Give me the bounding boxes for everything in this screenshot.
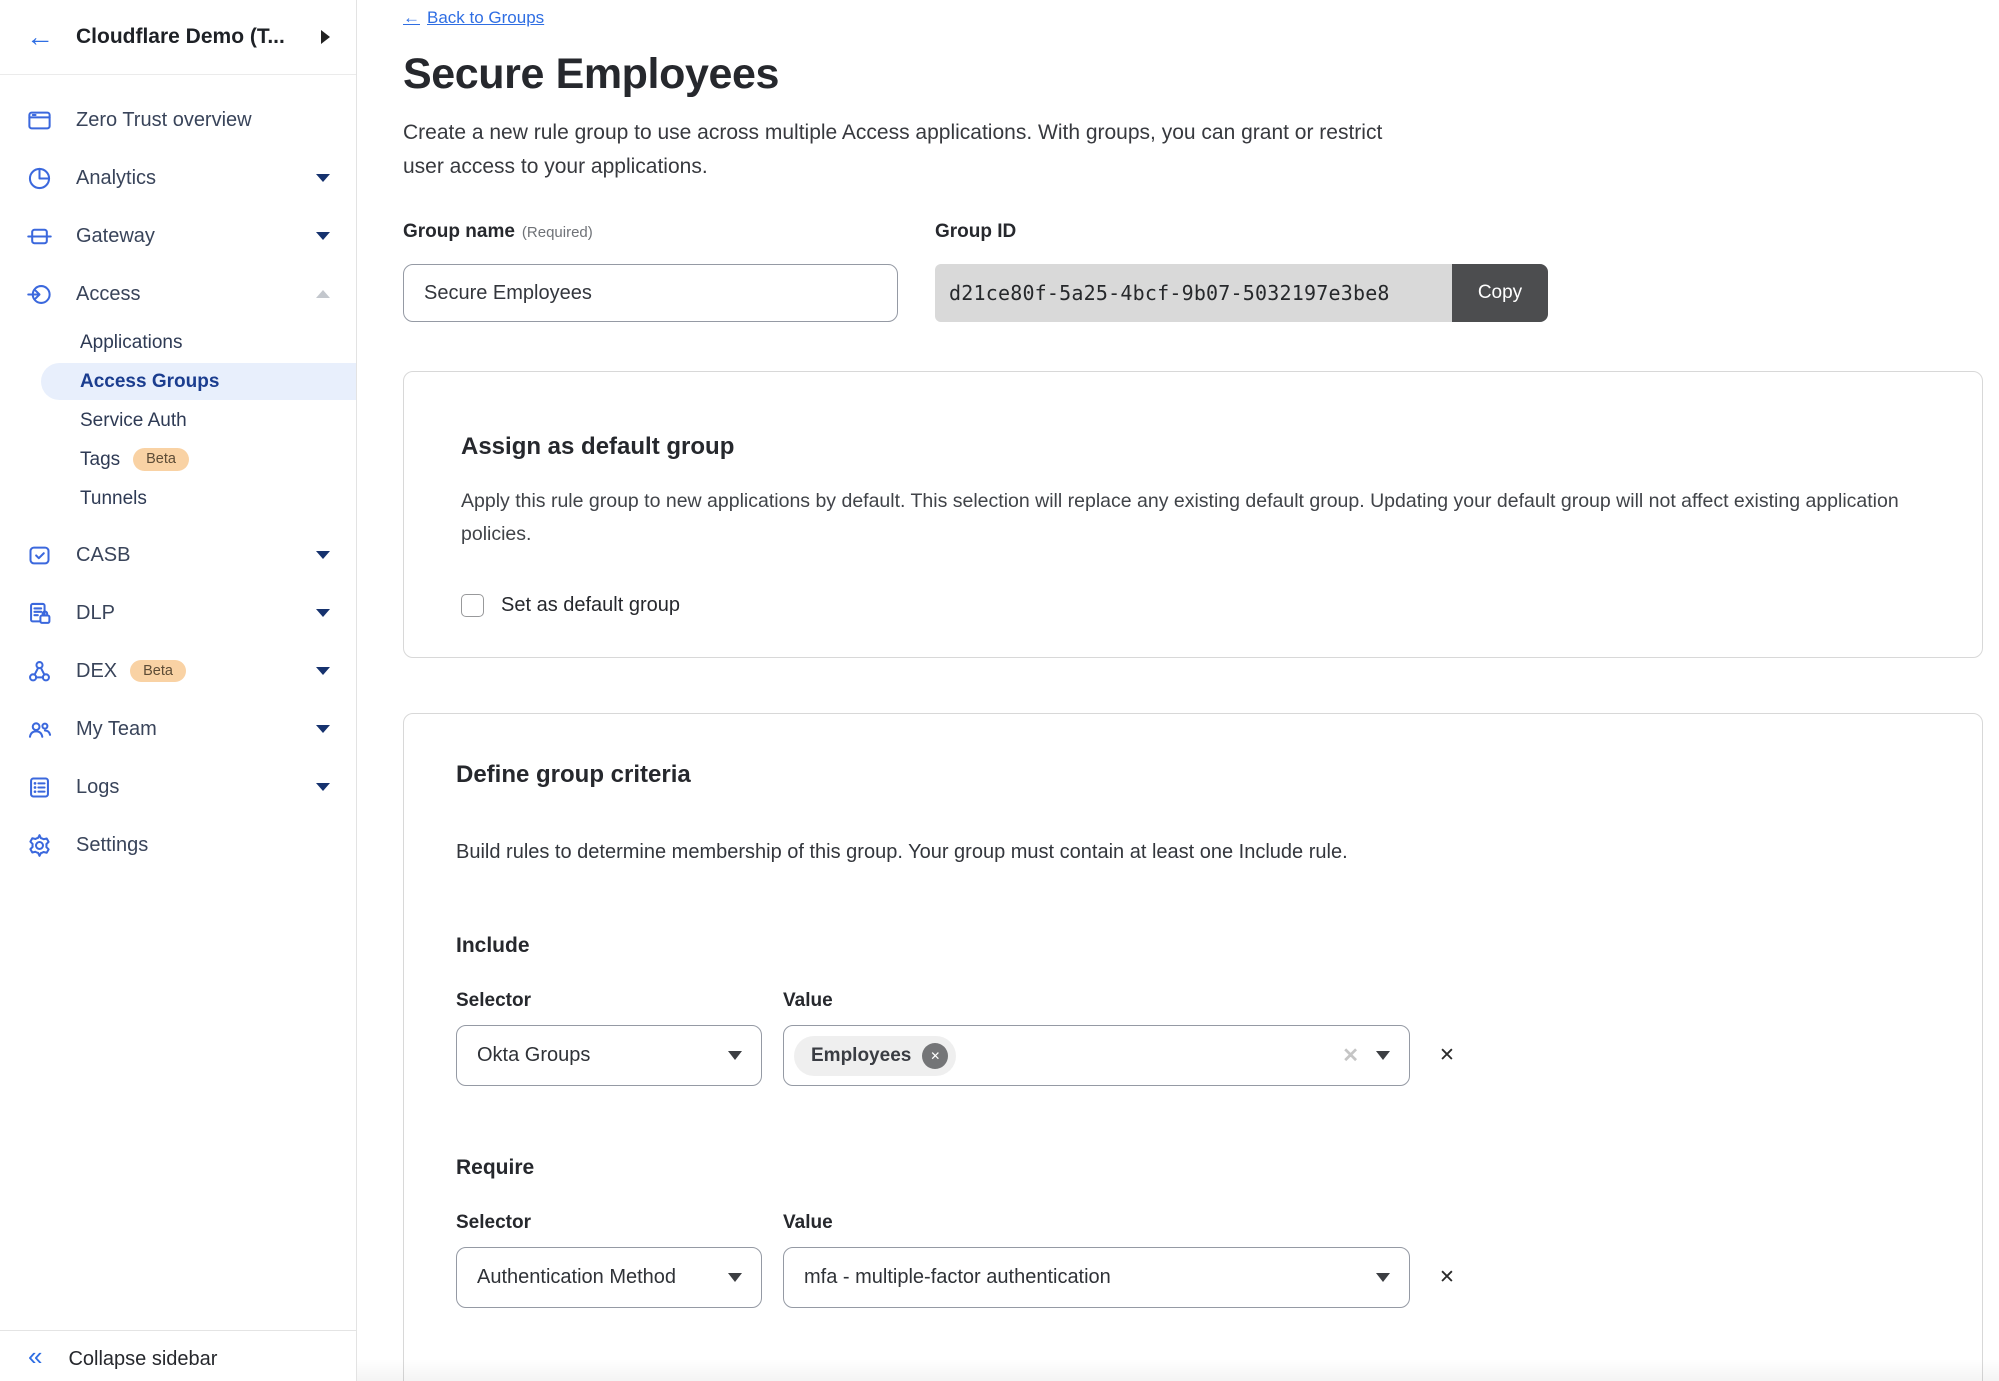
sidebar-item-access[interactable]: Access [0, 265, 356, 323]
sidebar-item-service-auth[interactable]: Service Auth [0, 401, 356, 440]
include-rule-row: Okta Groups Employees ✕ ✕ ✕ [456, 1025, 1930, 1086]
chevron-down-icon [316, 232, 330, 240]
remove-include-rule-icon[interactable]: ✕ [1439, 1044, 1455, 1067]
beta-badge: Beta [133, 448, 189, 471]
back-to-groups-link[interactable]: ← Back to Groups [403, 8, 544, 28]
chevron-down-icon [316, 174, 330, 182]
value-chip: Employees ✕ [794, 1036, 956, 1076]
chevron-down-icon [728, 1051, 742, 1060]
require-selector-dropdown[interactable]: Authentication Method [456, 1247, 762, 1308]
chevron-down-icon [316, 783, 330, 791]
gear-icon [26, 832, 53, 859]
include-selector-label: Selector [456, 990, 783, 1012]
sidebar-item-tunnels[interactable]: Tunnels [0, 479, 356, 518]
sidebar-item-dlp[interactable]: DLP [0, 584, 356, 642]
sidebar-item-casb[interactable]: CASB [0, 526, 356, 584]
people-icon [26, 716, 53, 743]
include-value-multiselect[interactable]: Employees ✕ ✕ [783, 1025, 1410, 1086]
chevron-down-icon [316, 667, 330, 675]
include-value-label: Value [783, 990, 833, 1012]
sidebar-item-logs[interactable]: Logs [0, 758, 356, 816]
chevron-down-icon [316, 609, 330, 617]
require-heading: Require [456, 1156, 1930, 1180]
chevron-down-icon [316, 551, 330, 559]
casb-check-icon [26, 542, 53, 569]
sidebar-item-access-groups[interactable]: Access Groups [41, 363, 356, 400]
sidebar-nav: Zero Trust overview Analytics Gateway [0, 75, 356, 1330]
sidebar-item-settings[interactable]: Settings [0, 816, 356, 874]
window-icon [26, 107, 53, 134]
page-title: Secure Employees [403, 50, 1999, 99]
require-selector-label: Selector [456, 1212, 783, 1234]
chevron-down-icon [316, 725, 330, 733]
default-group-card: Assign as default group Apply this rule … [403, 371, 1983, 658]
sidebar-item-analytics[interactable]: Analytics [0, 149, 356, 207]
sidebar: ← Cloudflare Demo (T... Zero Trust overv… [0, 0, 357, 1381]
group-id-label: Group ID [935, 221, 1548, 243]
access-submenu: Applications Access Groups Service Auth … [0, 323, 356, 526]
require-value-dropdown[interactable]: mfa - multiple-factor authentication [783, 1247, 1410, 1308]
set-default-group-checkbox[interactable] [461, 594, 484, 617]
chevron-down-icon [728, 1273, 742, 1282]
include-heading: Include [456, 934, 1930, 958]
sidebar-item-zero-trust-overview[interactable]: Zero Trust overview [0, 91, 356, 149]
group-name-label: Group name(Required) [403, 221, 898, 243]
require-rule-row: Authentication Method mfa - multiple-fac… [456, 1247, 1930, 1308]
beta-badge: Beta [130, 660, 186, 683]
chip-remove-icon[interactable]: ✕ [922, 1043, 948, 1069]
set-default-group-label: Set as default group [501, 594, 680, 617]
network-nodes-icon [26, 658, 53, 685]
collapse-sidebar-button[interactable]: « Collapse sidebar [0, 1330, 356, 1381]
criteria-card-body: Build rules to determine membership of t… [456, 841, 1930, 864]
require-value-label: Value [783, 1212, 833, 1234]
account-expand-icon[interactable] [321, 30, 330, 44]
chevron-down-icon [1376, 1051, 1390, 1060]
group-name-id-row: Group name(Required) Group ID d21ce80f-5… [403, 221, 1999, 322]
document-lock-icon [26, 600, 53, 627]
clear-values-icon[interactable]: ✕ [1342, 1043, 1359, 1068]
access-login-icon [26, 281, 53, 308]
chevron-down-icon [1376, 1273, 1390, 1282]
set-default-group-row[interactable]: Set as default group [461, 594, 1925, 617]
criteria-card-title: Define group criteria [456, 761, 1930, 789]
sidebar-item-my-team[interactable]: My Team [0, 700, 356, 758]
group-id-value: d21ce80f-5a25-4bcf-9b07-5032197e3be8 [935, 264, 1452, 322]
default-group-card-title: Assign as default group [461, 433, 1925, 461]
account-name[interactable]: Cloudflare Demo (T... [76, 25, 321, 49]
pie-chart-icon [26, 165, 53, 192]
default-group-card-body: Apply this rule group to new application… [461, 485, 1925, 551]
required-hint: (Required) [522, 224, 593, 241]
sidebar-item-tags[interactable]: Tags Beta [0, 440, 356, 479]
collapse-chevrons-icon: « [28, 1343, 42, 1369]
criteria-card: Define group criteria Build rules to det… [403, 713, 1983, 1381]
copy-button[interactable]: Copy [1452, 264, 1548, 322]
sidebar-item-gateway[interactable]: Gateway [0, 207, 356, 265]
remove-require-rule-icon[interactable]: ✕ [1439, 1266, 1455, 1289]
page-description: Create a new rule group to use across mu… [403, 116, 1393, 184]
chevron-up-icon [316, 290, 330, 298]
back-arrow-icon: ← [403, 8, 420, 28]
sidebar-header: ← Cloudflare Demo (T... [0, 0, 356, 75]
include-selector-dropdown[interactable]: Okta Groups [456, 1025, 762, 1086]
sidebar-item-applications[interactable]: Applications [0, 323, 356, 362]
zero-trust-dashboard: ← Cloudflare Demo (T... Zero Trust overv… [0, 0, 1999, 1381]
sidebar-item-dex[interactable]: DEX Beta [0, 642, 356, 700]
main-content: ← Back to Groups Secure Employees Create… [357, 0, 1999, 1381]
gateway-icon [26, 223, 53, 250]
group-name-input[interactable] [403, 264, 898, 322]
log-list-icon [26, 774, 53, 801]
account-back-icon[interactable]: ← [26, 23, 54, 51]
